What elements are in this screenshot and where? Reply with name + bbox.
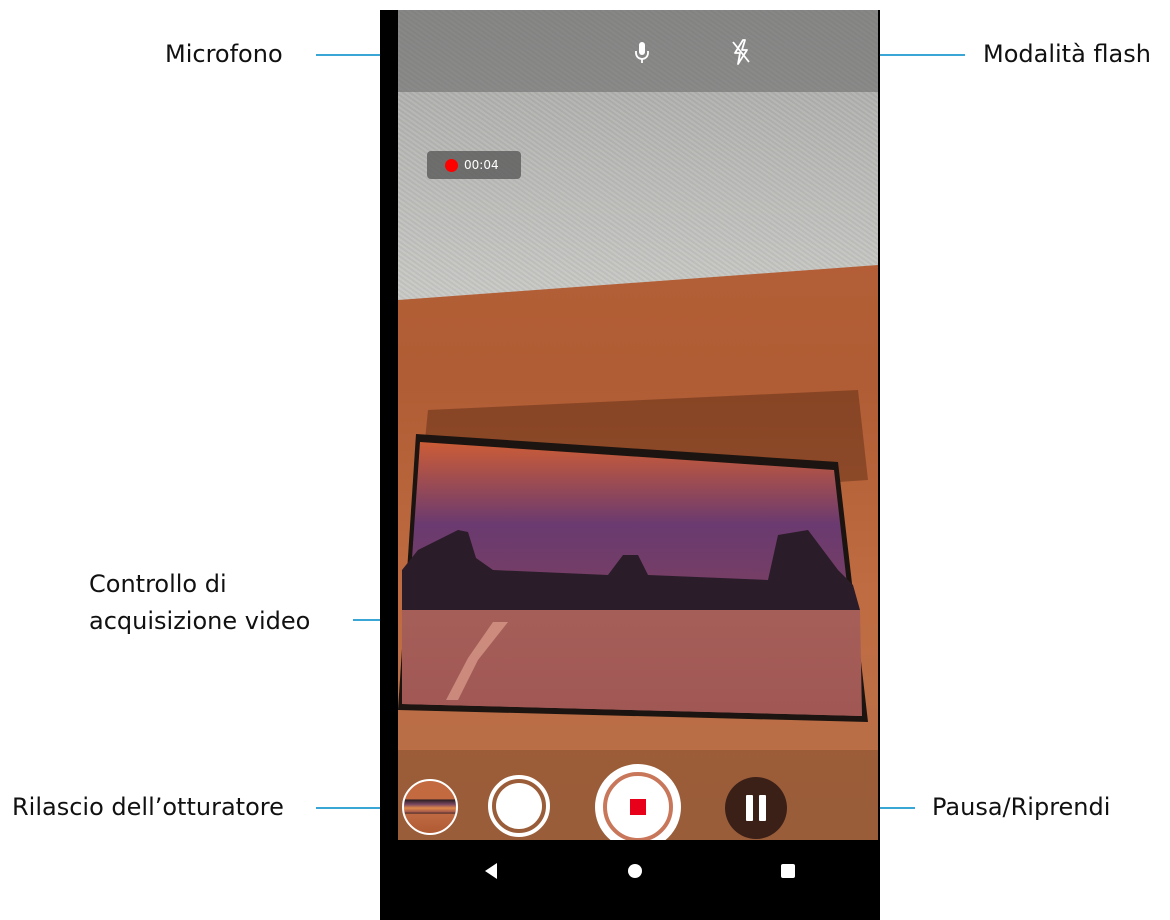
video-capture-control[interactable]: [595, 764, 681, 850]
flash-off-icon: [732, 39, 750, 65]
recording-dot-icon: [445, 158, 458, 172]
recents-icon: [781, 864, 795, 878]
callout-shutter-release: Rilascio dell’otturatore: [12, 793, 284, 821]
photo-shutter-button[interactable]: [488, 775, 550, 837]
recording-timer-badge: 00:04: [427, 151, 521, 179]
video-capture-ring: [603, 772, 673, 842]
android-navigation-bar: [380, 840, 880, 920]
stop-recording-icon: [630, 799, 646, 815]
recording-elapsed-time: 00:04: [464, 158, 499, 172]
callout-flash-mode: Modalità flash: [983, 40, 1151, 68]
phone-screen: 00:04: [380, 10, 880, 920]
callout-video-capture-line1: Controllo di: [89, 570, 227, 598]
gallery-thumbnail[interactable]: [402, 779, 458, 835]
microphone-button[interactable]: [628, 36, 656, 70]
camera-top-bar: [398, 10, 878, 92]
nav-back-button[interactable]: [476, 856, 506, 886]
microphone-icon: [635, 42, 649, 63]
flash-mode-button[interactable]: [725, 34, 757, 70]
pause-resume-button[interactable]: [725, 777, 787, 839]
callout-microphone: Microfono: [165, 40, 283, 68]
nav-recents-button[interactable]: [773, 856, 803, 886]
nav-home-button[interactable]: [620, 856, 650, 886]
callout-pause-resume: Pausa/Riprendi: [932, 793, 1111, 821]
shutter-inner-circle: [496, 783, 542, 829]
home-icon: [628, 864, 642, 878]
callout-video-capture-line2: acquisizione video: [89, 607, 311, 635]
pause-icon-bar-left: [746, 795, 753, 821]
camera-viewfinder[interactable]: 00:04: [398, 10, 878, 840]
pause-icon-bar-right: [759, 795, 766, 821]
camera-bottom-bar: [398, 750, 878, 850]
back-icon: [485, 863, 497, 879]
